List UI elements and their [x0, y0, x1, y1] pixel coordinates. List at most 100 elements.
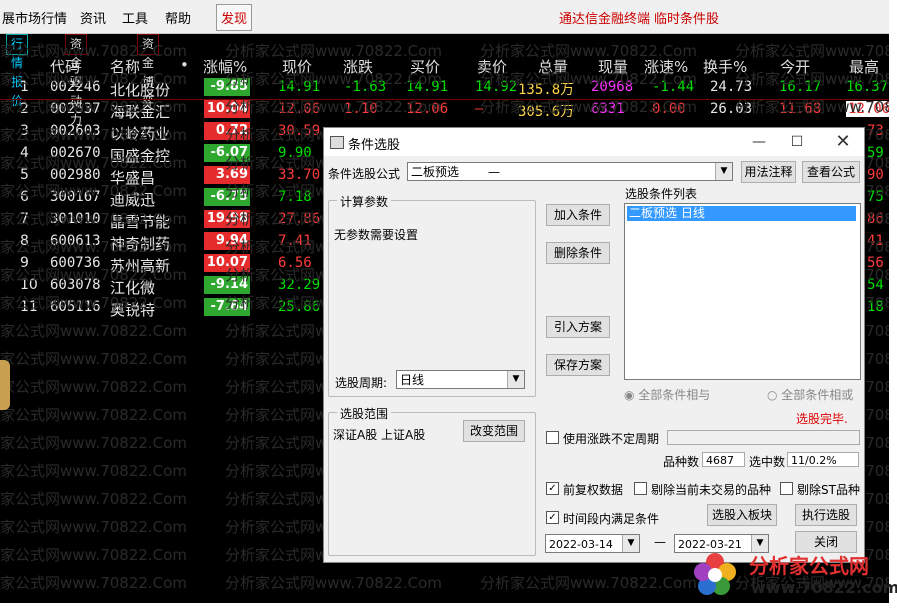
logo-line1: 分析家公式网	[749, 554, 869, 578]
menu-market[interactable]: 展市场行情	[2, 8, 67, 27]
view-formula-button[interactable]: 查看公式	[802, 161, 860, 183]
chevron-down-icon[interactable]: ▼	[622, 535, 639, 552]
watermark-text: 分析家公式网www.70822.Com	[0, 434, 187, 452]
watermark-text: 分析家公式网www.70822.Com	[0, 574, 187, 592]
usage-notes-button[interactable]: 用法注释	[741, 161, 796, 183]
watermark-text: 分析家公式网www.70822.Com	[0, 490, 187, 508]
radio-or[interactable]: ○ 全部条件相或	[767, 386, 853, 403]
use-period-label: 使用涨跌不定周期	[563, 432, 660, 446]
condition-list-title: 选股条件列表	[625, 187, 698, 201]
chevron-down-icon[interactable]: ▼	[715, 163, 732, 180]
watermark-text: 分析家公式网www.70822.Com	[225, 574, 442, 592]
watermark-text: 分析家公式网www.70822.Com	[480, 70, 697, 88]
watermark-text: 分析家公式网www.70822.Com	[0, 462, 187, 480]
watermark-text: 分析家公式网www.70822.Com	[0, 406, 187, 424]
watermark-text: 分析家公式网www.70822.Com	[0, 98, 187, 116]
watermark-text: 分析家公式网www.70822.Com	[0, 238, 187, 256]
fq-checkbox[interactable]: ✓	[546, 482, 559, 495]
import-scheme-button[interactable]: 引入方案	[546, 316, 610, 338]
menu-tools[interactable]: 工具	[122, 8, 148, 27]
radio-and-label: 全部条件相与	[638, 388, 711, 402]
formula-label: 条件选股公式	[328, 167, 401, 181]
range-group: 选股范围 深证A股 上证A股 改变范围	[328, 405, 536, 556]
minimize-icon[interactable]: —	[744, 130, 774, 154]
list-item[interactable]: 二板预选 日线	[627, 206, 856, 221]
maximize-icon[interactable]: ☐	[782, 130, 812, 154]
close-icon[interactable]: ✕	[828, 130, 858, 154]
kinds-label: 品种数	[663, 455, 700, 469]
picked-value: 11/0.2%	[787, 452, 859, 467]
exclude-st-checkbox[interactable]	[780, 482, 793, 495]
watermark-text: 分析家公式网www.70822.Com	[0, 546, 187, 564]
app-icon	[330, 136, 344, 149]
watermark-text: 分析家公式网www.70822.Com	[480, 574, 697, 592]
use-period-checkbox[interactable]	[546, 431, 559, 444]
exclude-st-label: 剔除ST品种	[797, 483, 860, 497]
watermark-text: 分析家公式网www.70822.Com	[735, 70, 889, 88]
to-block-button[interactable]: 选股入板块	[707, 504, 777, 526]
discover-button[interactable]: 发现	[216, 4, 253, 31]
kinds-value: 4687	[702, 452, 745, 467]
watermark-text: 分析家公式网www.70822.Com	[735, 42, 889, 60]
status-text: 选股完毕.	[796, 412, 848, 426]
menu-help[interactable]: 帮助	[165, 8, 191, 27]
add-condition-button[interactable]: 加入条件	[546, 204, 610, 226]
range-value: 深证A股 上证A股	[333, 428, 426, 442]
watermark-text: 分析家公式网www.70822.Com	[0, 322, 187, 340]
date-dash: —	[654, 535, 666, 549]
period-range-field	[667, 430, 860, 445]
calc-params-group: 计算参数 无参数需要设置 选股周期: 日线 ▼	[328, 193, 536, 397]
flower-logo-icon	[694, 553, 736, 595]
radio-or-label: 全部条件相或	[781, 388, 854, 402]
no-params-text: 无参数需要设置	[334, 228, 419, 242]
watermark-text: 分析家公式网www.70822.Com	[0, 350, 187, 368]
save-scheme-button[interactable]: 保存方案	[546, 354, 610, 376]
range-title: 选股范围	[337, 405, 392, 422]
exclude-untraded-label: 剔除当前未交易的品种	[651, 483, 772, 497]
delete-condition-button[interactable]: 删除条件	[546, 242, 610, 264]
watermark-text: 分析家公式网www.70822.Com	[0, 518, 187, 536]
app-title: 通达信金融终端	[559, 12, 651, 27]
period-select[interactable]: 日线 ▼	[396, 370, 525, 389]
menubar: 展市场行情 资讯 工具 帮助 发现 通达信金融终端 临时条件股	[0, 0, 889, 34]
formula-select-dash: —	[488, 165, 500, 179]
formula-select[interactable]: 二板预选 — ▼	[407, 162, 733, 181]
side-panel-handle[interactable]	[0, 360, 10, 410]
watermark-text: 分析家公式网www.70822.Com	[480, 42, 697, 60]
logo-line2: www.70822.com	[751, 578, 897, 597]
time-range-checkbox[interactable]: ✓	[546, 511, 559, 524]
watermark-text: 分析家公式网www.70822.Com	[480, 98, 697, 116]
watermark-text: 分析家公式网www.70822.Com	[225, 70, 442, 88]
period-select-value: 日线	[400, 373, 425, 387]
formula-select-value: 二板预选	[411, 165, 460, 179]
menu-news[interactable]: 资讯	[80, 8, 106, 27]
fq-label: 前复权数据	[563, 483, 624, 497]
watermark-text: 分析家公式网www.70822.Com	[0, 70, 187, 88]
dialog-titlebar: 条件选股 — ☐ ✕	[324, 128, 864, 156]
watermark-text: 分析家公式网www.70822.Com	[0, 154, 187, 172]
watermark-text: 分析家公式网www.70822.Com	[0, 378, 187, 396]
watermark-text: 分析家公式网www.70822.Com	[735, 98, 889, 116]
watermark-text: 分析家公式网www.70822.Com	[0, 294, 187, 312]
watermark-text: 分析家公式网www.70822.Com	[0, 126, 187, 144]
exclude-untraded-checkbox[interactable]	[634, 482, 647, 495]
time-range-label: 时间段内满足条件	[563, 512, 660, 526]
watermark-text: 分析家公式网www.70822.Com	[0, 42, 187, 60]
site-logo: 分析家公式网 www.70822.com	[685, 546, 897, 602]
chevron-down-icon[interactable]: ▼	[507, 371, 524, 388]
run-selection-button[interactable]: 执行选股	[795, 504, 857, 526]
condition-picker-dialog: 条件选股 — ☐ ✕ 条件选股公式 二板预选 — ▼ 用法注释 查看公式 计算参…	[323, 127, 865, 563]
watermark-text: 分析家公式网www.70822.Com	[0, 266, 187, 284]
date-from-value: 2022-03-14	[549, 538, 613, 551]
date-from-picker[interactable]: 2022-03-14 ▼	[545, 534, 640, 553]
watermark-text: 分析家公式网www.70822.Com	[225, 42, 442, 60]
watermark-text: 分析家公式网www.70822.Com	[0, 182, 187, 200]
condition-list[interactable]: 二板预选 日线	[624, 203, 861, 380]
picked-label: 选中数	[749, 455, 786, 469]
stock-terminal-window: 展市场行情 资讯 工具 帮助 发现 通达信金融终端 临时条件股 行情报价 资金驱…	[0, 0, 889, 603]
period-label: 选股周期:	[335, 376, 388, 390]
dialog-title: 条件选股	[348, 138, 401, 153]
change-range-button[interactable]: 改变范围	[463, 420, 525, 442]
radio-and[interactable]: ◉ 全部条件相与	[624, 386, 710, 403]
watermark-text: 分析家公式网www.70822.Com	[0, 210, 187, 228]
